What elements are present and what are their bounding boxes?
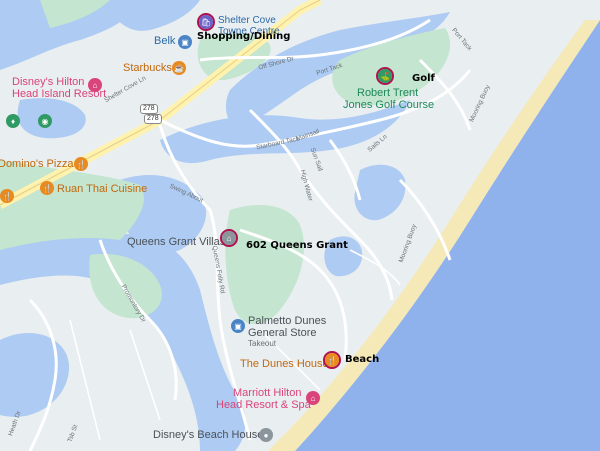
camera-icon: ◉ [38,114,52,128]
poi-the-dunes-house[interactable]: The Dunes House [240,358,329,370]
poi-palmetto-line1[interactable]: Palmetto Dunes [248,315,326,327]
golf-icon[interactable]: ⛳ [378,69,392,83]
callout-602-queens-grant: 602 Queens Grant [246,240,348,251]
map-canvas[interactable]: 278 278 Off Shore Dr Port Tack Port Tack… [0,0,600,451]
route-278-shield-2: 278 [144,114,162,124]
shopping-bag-icon[interactable]: 🛍 [199,15,213,29]
restaurant-icon-2: 🍴 [40,181,54,195]
callout-shopping-dining: Shopping/Dining [197,31,291,42]
poi-robert-trent-line1[interactable]: Robert Trent [357,87,418,99]
hotel-icon: ⌂ [88,78,102,92]
poi-ruan-thai[interactable]: Ruan Thai Cuisine [57,183,147,195]
hotel-icon-2: ⌂ [306,391,320,405]
poi-marriott-line2: Head Resort & Spa [216,399,311,411]
map-basemap [0,0,600,451]
restaurant-icon: 🍴 [74,157,88,171]
callout-beach: Beach [345,354,380,365]
location-pin-icon: ● [259,428,273,442]
poi-disneys-beach-house[interactable]: Disney's Beach House [153,429,263,441]
poi-palmetto-line2: General Store [248,327,317,339]
restaurant-icon-3: 🍴 [0,189,14,203]
poi-palmetto-takeout: Takeout [248,339,277,348]
home-icon[interactable]: ⌂ [222,231,236,245]
route-278-shield: 278 [140,104,158,114]
park-icon: ♦ [6,114,20,128]
store-icon-2: ▣ [231,319,245,333]
store-icon: ▣ [178,35,192,49]
restaurant-icon-4[interactable]: 🍴 [325,353,339,367]
poi-queens-grant-villas[interactable]: Queens Grant Villas [127,236,225,248]
poi-robert-trent-line2: Jones Golf Course [343,99,435,111]
poi-starbucks[interactable]: Starbucks [123,62,172,74]
poi-marriott-line1[interactable]: Marriott Hilton [233,387,301,399]
poi-belk[interactable]: Belk [154,35,175,47]
poi-dominos-pizza[interactable]: Domino's Pizza [0,158,73,170]
coffee-icon: ☕ [172,61,186,75]
callout-golf: Golf [412,73,435,84]
poi-disneys-hilton-line1[interactable]: Disney's Hilton [12,76,84,88]
